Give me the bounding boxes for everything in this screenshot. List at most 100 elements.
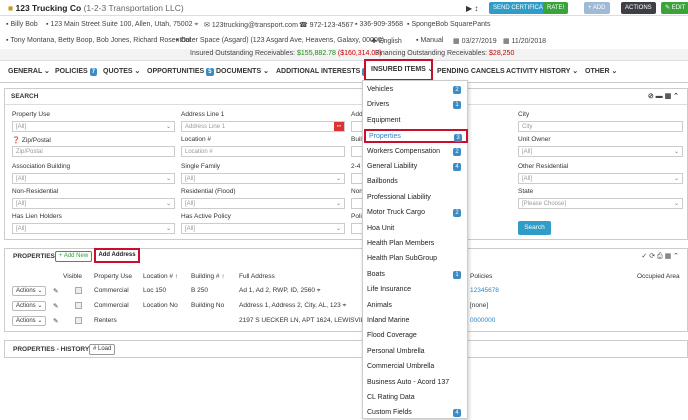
col-building[interactable]: Building # ↑ xyxy=(191,273,225,280)
other-residential-select[interactable]: [All] ⌄ xyxy=(518,173,683,184)
tab-documents[interactable]: DOCUMENTS ⌄ xyxy=(216,61,269,83)
non-residential-label: Non-Residential xyxy=(12,188,59,195)
menu-item-flood-coverage[interactable]: Flood Coverage xyxy=(367,329,465,343)
property-use-select[interactable]: [All] ⌄ xyxy=(12,121,175,132)
menu-item-boats[interactable]: Boats 1 xyxy=(367,268,465,282)
search-header: SEARCH ⊘ ▬ ▦ ⌃ xyxy=(5,89,687,105)
col-policies[interactable]: Policies xyxy=(470,273,492,280)
state-select[interactable]: [Please Choose] ⌄ xyxy=(518,198,683,209)
email[interactable]: ✉ 123trucking@transport.com xyxy=(204,21,298,29)
location-input[interactable]: Location # xyxy=(181,146,345,157)
edit-button[interactable]: ✎ EDIT xyxy=(661,2,688,14)
city-label: City xyxy=(518,111,530,118)
menu-item-animals[interactable]: Animals xyxy=(367,299,465,313)
visible-checkbox[interactable] xyxy=(75,302,82,309)
menu-item-business-auto-acord-137[interactable]: Business Auto - Acord 137 xyxy=(367,376,465,390)
menu-item-vehicles[interactable]: Vehicles 2 xyxy=(367,83,465,97)
state-label: State xyxy=(518,188,534,195)
row-actions-button[interactable]: Actions ⌄ xyxy=(12,286,47,296)
col-property-use[interactable]: Property Use xyxy=(94,273,132,280)
properties-tools[interactable]: ✓ ⟳ ⎙ ▦ ⌃ xyxy=(641,252,679,261)
add-address-button[interactable]: Add Address xyxy=(94,248,140,263)
lien-holders-select[interactable]: [All] ⌄ xyxy=(12,223,175,234)
address: ▪ 123 Main Street Suite 100, Allen, Utah… xyxy=(46,21,199,28)
top-bar: ■ 123 Trucking Co (1-2-3 Transportation … xyxy=(0,0,688,16)
menu-item-drivers[interactable]: Drivers 1 xyxy=(367,98,465,112)
add-new-button[interactable]: + Add New xyxy=(55,251,93,262)
properties-history-panel: PROPERTIES - HISTORY # Load xyxy=(4,340,688,358)
single-family-select[interactable]: [All] ⌄ xyxy=(181,173,345,184)
association-select[interactable]: [All] ⌄ xyxy=(12,173,175,184)
tab-policies[interactable]: POLICIES 7 xyxy=(55,61,98,83)
date1: ▦ 03/27/2019 xyxy=(453,38,497,45)
tab-general[interactable]: GENERAL ⌄ xyxy=(8,61,50,83)
tab-additional-interests[interactable]: ADDITIONAL INTERESTS15 xyxy=(276,61,373,83)
zip-input[interactable]: Zip/Postal xyxy=(12,146,175,157)
menu-item-cl-rating-data[interactable]: CL Rating Data xyxy=(367,391,465,405)
menu-item-health-plan-subgroup[interactable]: Health Plan SubGroup xyxy=(367,252,465,266)
menu-item-professional-liability[interactable]: Professional Liability xyxy=(367,191,465,205)
menu-item-custom-fields[interactable]: Custom Fields 4 xyxy=(367,406,465,420)
tab-opportunities[interactable]: OPPORTUNITIES 5 xyxy=(147,61,214,83)
unit-owner-label: Unit Owner xyxy=(518,136,551,143)
menu-item-bailbonds[interactable]: Bailbonds xyxy=(367,175,465,189)
address1-input[interactable]: Address Line 1 ▪▪▪ xyxy=(181,121,345,132)
col-visible[interactable]: Visible xyxy=(63,273,82,280)
play-icon[interactable]: ▶ xyxy=(466,4,472,13)
edit-icon[interactable]: ✎ xyxy=(53,317,58,325)
active-policy-select[interactable]: [All] ⌄ xyxy=(181,223,345,234)
menu-item-general-liability[interactable]: General Liability 4 xyxy=(367,160,465,174)
row-actions-button[interactable]: Actions ⌄ xyxy=(12,301,47,311)
phone1[interactable]: ☎ 972-123-4567 xyxy=(299,21,353,29)
visible-checkbox[interactable] xyxy=(75,317,82,324)
menu-item-motor-truck-cargo[interactable]: Motor Truck Cargo 2 xyxy=(367,206,465,220)
tab-other[interactable]: OTHER ⌄ xyxy=(585,61,617,83)
search-button[interactable]: Search xyxy=(518,221,551,235)
city-input[interactable]: City xyxy=(518,121,683,132)
tab-quotes[interactable]: QUOTES ⌄ xyxy=(103,61,140,83)
menu-item-commercial-umbrella[interactable]: Commercial Umbrella xyxy=(367,360,465,374)
cell-policy[interactable]: 12345678 xyxy=(470,287,499,294)
cell-building: Building No xyxy=(191,302,225,309)
menu-item-inland-marine[interactable]: Inland Marine xyxy=(367,314,465,328)
edit-icon[interactable]: ✎ xyxy=(53,302,58,310)
menu-item-personal-umbrella[interactable]: Personal Umbrella xyxy=(367,345,465,359)
sort-icon[interactable]: ↕ xyxy=(474,4,478,13)
item-count-badge: 2 xyxy=(453,209,461,218)
col-occupied-area[interactable]: Occupied Area xyxy=(637,273,680,280)
load-button[interactable]: # Load xyxy=(89,344,116,355)
company-name: 123 Trucking Co xyxy=(15,3,82,13)
menu-item-hoa-unit[interactable]: Hoa Unit xyxy=(367,222,465,236)
menu-item-properties[interactable]: Properties 3 xyxy=(364,129,468,144)
cell-location: Location No xyxy=(143,302,178,309)
item-count-badge: 1 xyxy=(453,101,461,110)
menu-item-life-insurance[interactable]: Life Insurance xyxy=(367,283,465,297)
menu-item-equipment[interactable]: Equipment xyxy=(367,114,465,128)
non-residential-select[interactable]: [All] ⌄ xyxy=(12,198,175,209)
method: ▪ Manual xyxy=(416,37,444,44)
menu-item-workers-compensation[interactable]: Workers Compensation 2 xyxy=(367,145,465,159)
edit-icon[interactable]: ✎ xyxy=(53,287,58,295)
residential-flood-select[interactable]: [All] ⌄ xyxy=(181,198,345,209)
info-bar: ▪ Billy Bob ▪ 123 Main Street Suite 100,… xyxy=(0,18,688,50)
phone2[interactable]: ▪ 336-909-3568 xyxy=(355,21,403,28)
col-location[interactable]: Location # ↑ xyxy=(143,273,178,280)
receivables-bar: Insured Outstanding Receivables: $155,88… xyxy=(0,49,688,61)
row-actions-button[interactable]: Actions ⌄ xyxy=(12,316,47,326)
cell-building: B 250 xyxy=(191,287,208,294)
item-count-badge: 4 xyxy=(453,163,461,171)
col-full-address[interactable]: Full Address xyxy=(239,273,275,280)
lien-holders-label: Has Lien Holders xyxy=(12,213,62,220)
tab-insured-items[interactable]: INSURED ITEMS ⌄ xyxy=(364,59,434,81)
tab-activity-history[interactable]: ACTIVITY HISTORY ⌄ xyxy=(506,61,578,83)
visible-checkbox[interactable] xyxy=(75,287,82,294)
item-count-badge: 2 xyxy=(453,147,461,156)
menu-item-health-plan-members[interactable]: Health Plan Members xyxy=(367,237,465,251)
add-button[interactable]: + ADD xyxy=(584,2,610,14)
actions-button[interactable]: ACTIONS xyxy=(621,2,656,14)
unit-owner-select[interactable]: [All] ⌄ xyxy=(518,146,683,157)
search-panel-tools[interactable]: ⊘ ▬ ▦ ⌃ xyxy=(648,92,679,100)
cell-policy[interactable]: 0000000 xyxy=(470,317,495,324)
history-title: PROPERTIES - HISTORY xyxy=(13,346,90,353)
rate-button[interactable]: RATE! xyxy=(543,2,569,14)
